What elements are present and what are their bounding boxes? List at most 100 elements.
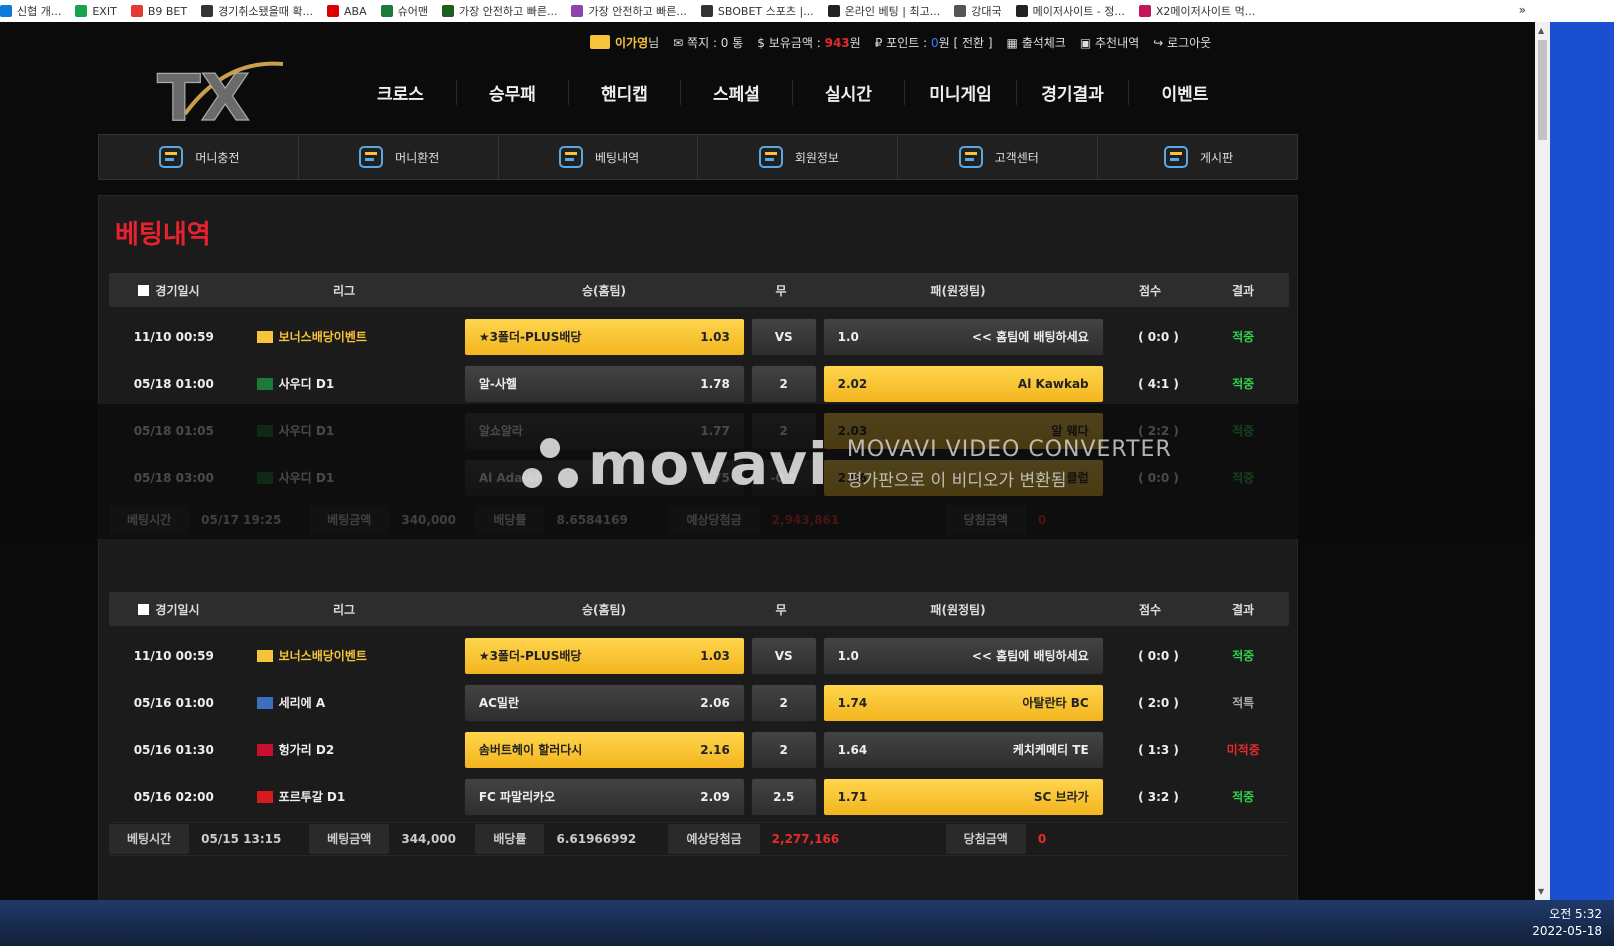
bookmark-favicon-icon: [1015, 5, 1028, 17]
bookmark-favicon-icon: [0, 5, 12, 17]
draw-odds-button[interactable]: 2: [750, 364, 817, 403]
match-date: 11/10 00:59: [133, 329, 214, 344]
league-flag-icon: [256, 743, 273, 756]
match-result: 적특: [1232, 696, 1255, 710]
page-scrollbar[interactable]: ▲ ▼: [1535, 22, 1550, 900]
draw-odds-button[interactable]: 2.5: [750, 777, 817, 816]
recommend-link[interactable]: ▣ 추천내역: [1080, 34, 1139, 51]
sub-nav-item[interactable]: 머니환전: [299, 135, 499, 179]
league: 사우디 D1: [229, 375, 458, 392]
bookmark-item[interactable]: 강대국: [954, 3, 1002, 19]
bookmark-item[interactable]: SBOBET 스포츠 |...: [700, 3, 814, 19]
select-checkbox[interactable]: [138, 603, 150, 615]
col-league: 리그: [332, 602, 356, 617]
table-row: 05/18 01:00 사우디 D1 알-사헬 1.78 2 2.02 Al Kawkab (…: [109, 360, 1289, 407]
match-result: 적중: [1232, 330, 1255, 344]
bookmark-item[interactable]: 메이저사이트 - 정...: [1015, 3, 1125, 19]
table-row: 11/10 00:59 보너스배당이벤트 ★3폴더-PLUS배당 1.03 VS 1.0 <…: [109, 313, 1289, 360]
main-nav-item[interactable]: 이벤트: [1129, 80, 1241, 105]
bookmark-favicon-icon: [1138, 5, 1151, 17]
away-odds-button[interactable]: 1.0 << 홈팀에 배팅하세요: [822, 317, 1104, 356]
table-header: 경기일시 리그 승(홈팀) 무 패(원정팀) 점수 결과: [109, 592, 1289, 626]
sub-nav-item[interactable]: 베팅내역: [499, 135, 699, 179]
bookmark-favicon-icon: [571, 5, 584, 17]
league-flag-icon: [256, 696, 273, 709]
page-title: 베팅내역: [115, 220, 211, 250]
match-result: 적중: [1232, 377, 1255, 391]
league: 보너스배당이벤트: [229, 647, 458, 664]
scroll-up-icon[interactable]: ▲: [1538, 26, 1544, 35]
home-odds-button[interactable]: ★3폴더-PLUS배당 1.03: [463, 317, 745, 356]
bookmark-favicon-icon: [700, 5, 713, 17]
league-flag-icon: [256, 790, 273, 803]
bookmark-item[interactable]: 슈어맨: [380, 3, 428, 19]
expected-win-label: 예상당첨금: [668, 824, 760, 854]
sub-nav-item[interactable]: 회원정보: [698, 135, 899, 179]
bookmark-item[interactable]: ABA: [327, 5, 367, 18]
col-score: 점수: [1138, 602, 1162, 617]
bookmark-item[interactable]: 신협 개...: [0, 3, 61, 19]
league-flag-icon: [256, 330, 273, 343]
main-nav-item[interactable]: 핸디캡: [569, 80, 681, 105]
bookmark-item[interactable]: EXIT: [75, 5, 117, 18]
table-row: 05/16 01:00 세리에 A AC밀란 2.06 2 1.74 아탈란타 BC ( 2:…: [109, 679, 1289, 726]
match-score: ( 0:0 ): [1138, 329, 1179, 344]
bookmark-item[interactable]: 온라인 베팅 | 최고...: [827, 3, 940, 19]
match-result: 적중: [1232, 790, 1255, 804]
main-nav-item[interactable]: 스페셜: [681, 80, 793, 105]
point-link[interactable]: ₽ 포인트 : 0원 [ 전환 ]: [875, 34, 993, 51]
home-odds-button[interactable]: AC밀란 2.06: [463, 683, 745, 722]
col-result: 결과: [1231, 283, 1255, 298]
taskbar-clock[interactable]: 오전 5:32 2022-05-18: [1532, 906, 1602, 940]
note-link[interactable]: ✉ 쪽지 : 0 통: [673, 34, 743, 51]
money-exchange-icon: [359, 146, 384, 168]
away-odds-button[interactable]: 2.02 Al Kawkab: [822, 364, 1104, 403]
sub-nav-item[interactable]: 머니충전: [99, 135, 299, 179]
scroll-thumb[interactable]: [1538, 40, 1547, 140]
bookmark-item[interactable]: B9 BET: [130, 5, 187, 18]
bookmark-item[interactable]: X2메이저사이트 먹...: [1138, 3, 1255, 19]
piggybank-icon: [159, 146, 184, 168]
attendance-link[interactable]: ▦ 출석체크: [1007, 34, 1066, 51]
main-nav-item[interactable]: 미니게임: [905, 80, 1017, 105]
col-date: 경기일시: [109, 282, 229, 299]
scroll-down-icon[interactable]: ▼: [1538, 887, 1544, 896]
bookmark-item[interactable]: 가장 안전하고 빠른...: [571, 3, 687, 19]
away-odds-button[interactable]: 1.0 << 홈팀에 배팅하세요: [822, 636, 1104, 675]
bookmark-favicon-icon: [442, 5, 455, 17]
bookmarks-overflow-icon[interactable]: »: [1519, 3, 1526, 17]
sub-nav-item[interactable]: 고객센터: [898, 135, 1099, 179]
betting-history-panel: 베팅내역 경기일시 리그 승(홈팀) 무 패(원정팀) 점수 결과 11/10 00:59 보너…: [98, 195, 1298, 900]
away-odds-button[interactable]: 1.71 SC 브라가: [822, 777, 1104, 816]
site-logo[interactable]: TX: [155, 54, 285, 137]
away-odds-button[interactable]: 1.64 케치케메티 TE: [822, 730, 1104, 769]
bookmark-item[interactable]: 경기취소됐을때 확...: [201, 3, 313, 19]
table-row: 05/16 01:30 헝가리 D2 솜버트헤이 할러다시 2.16 2 1.64 케치케메…: [109, 726, 1289, 773]
main-nav-item[interactable]: 승무패: [457, 80, 569, 105]
sub-nav: 머니충전 머니환전 베팅내역 회원정보 고객센터 게시판: [98, 134, 1298, 180]
main-nav-item[interactable]: 크로스: [345, 80, 457, 105]
select-checkbox[interactable]: [138, 284, 150, 296]
main-nav-item[interactable]: 경기결과: [1017, 80, 1129, 105]
draw-odds-button[interactable]: 2: [750, 730, 817, 769]
movavi-logo: movavi: [520, 430, 829, 498]
bookmark-favicon-icon: [201, 5, 214, 17]
draw-odds-button[interactable]: VS: [750, 636, 817, 675]
draw-odds-button[interactable]: 2: [750, 683, 817, 722]
home-odds-button[interactable]: 알-사헬 1.78: [463, 364, 745, 403]
home-odds-button[interactable]: 솜버트헤이 할러다시 2.16: [463, 730, 745, 769]
bet-time-label: 베팅시간: [109, 824, 190, 854]
table-row: 05/16 02:00 포르투갈 D1 FC 파말리카오 2.09 2.5 1.71 SC …: [109, 773, 1289, 820]
match-score: ( 3:2 ): [1138, 789, 1179, 804]
logout-link[interactable]: ↪ 로그아웃: [1153, 34, 1211, 51]
home-odds-button[interactable]: ★3폴더-PLUS배당 1.03: [463, 636, 745, 675]
match-date: 05/16 02:00: [133, 789, 214, 804]
bet-odds-label: 배당률: [475, 824, 545, 854]
sub-nav-item[interactable]: 게시판: [1098, 135, 1297, 179]
draw-odds-button[interactable]: VS: [750, 317, 817, 356]
league: 세리에 A: [229, 694, 458, 711]
bookmark-item[interactable]: 가장 안전하고 빠른...: [442, 3, 557, 19]
main-nav-item[interactable]: 실시간: [793, 80, 905, 105]
home-odds-button[interactable]: FC 파말리카오 2.09: [463, 777, 745, 816]
away-odds-button[interactable]: 1.74 아탈란타 BC: [822, 683, 1104, 722]
